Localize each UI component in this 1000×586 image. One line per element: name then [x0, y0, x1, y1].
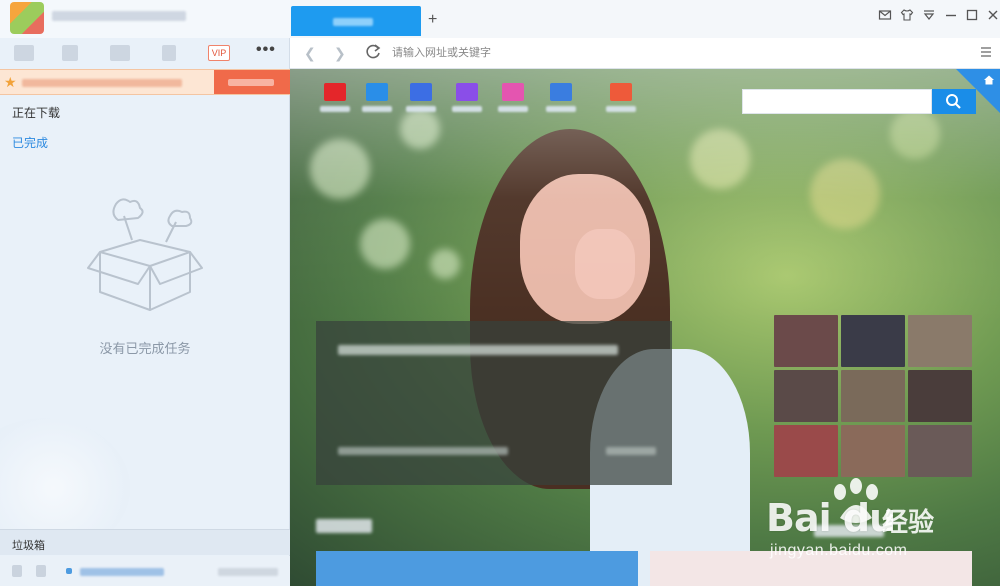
empty-box-icon: [87, 198, 203, 311]
minimize-icon[interactable]: [944, 8, 958, 22]
thumbnail[interactable]: [841, 315, 905, 367]
site-nav-item[interactable]: [452, 83, 482, 123]
left-toolbar: VIP •••: [0, 40, 290, 68]
tab-downloading[interactable]: 正在下载: [12, 104, 60, 121]
account-header: [0, 0, 290, 38]
upload-icon[interactable]: [62, 45, 78, 61]
featured-title-blurred: [338, 345, 618, 355]
promo-banner[interactable]: ★: [0, 69, 290, 95]
site-nav-item[interactable]: [406, 83, 436, 123]
promo-text-blurred: [22, 79, 182, 87]
watermark-brand: Bai du: [766, 496, 896, 540]
vip-badge[interactable]: VIP: [208, 45, 230, 61]
site-nav-item[interactable]: [498, 83, 528, 123]
active-tab[interactable]: [291, 6, 421, 36]
star-icon: ★: [4, 74, 17, 90]
reload-icon[interactable]: [364, 42, 382, 62]
link-icon: [66, 568, 72, 574]
thumbnail[interactable]: [841, 370, 905, 422]
thumbnail[interactable]: [774, 370, 838, 422]
back-icon[interactable]: ❮: [304, 44, 316, 62]
featured-source-blurred: [606, 447, 656, 455]
site-nav: [318, 83, 658, 123]
baidu-jingyan-watermark: Bai du 经验 jingyan.baidu.com: [766, 478, 996, 568]
new-tab-button[interactable]: +: [428, 12, 437, 28]
trash-bin[interactable]: 垃圾箱: [0, 529, 290, 555]
new-task-icon[interactable]: [14, 45, 34, 61]
thumbnail[interactable]: [908, 370, 972, 422]
user-avatar[interactable]: [10, 2, 44, 34]
thumbnail[interactable]: [774, 315, 838, 367]
site-nav-item[interactable]: [362, 83, 392, 123]
featured-card[interactable]: [316, 321, 672, 485]
close-icon[interactable]: [986, 8, 1000, 22]
skin-icon[interactable]: [900, 8, 914, 22]
phone-icon[interactable]: [12, 565, 22, 577]
browser-tab-bar: +: [290, 0, 1000, 38]
status-bar: [0, 556, 290, 586]
download-manager-panel: VIP ••• ★ 正在下载 已完成 没有已完成任务 垃圾箱: [0, 0, 290, 586]
thumbnail[interactable]: [908, 315, 972, 367]
maximize-icon[interactable]: [965, 8, 979, 22]
dropdown-menu-icon[interactable]: [922, 8, 936, 22]
site-nav-item[interactable]: [320, 83, 350, 123]
site-nav-item[interactable]: [606, 83, 636, 123]
message-icon[interactable]: [110, 45, 130, 61]
thumbnail-grid: [774, 315, 972, 483]
thumbnail[interactable]: [841, 425, 905, 477]
status-link-blurred[interactable]: [80, 568, 164, 576]
watermark-brand-cn: 经验: [882, 507, 935, 537]
address-bar: ❮ ❯ 请输入网址或关键字: [290, 38, 1000, 69]
mail-icon[interactable]: [878, 8, 892, 22]
page-search-input[interactable]: [742, 89, 932, 114]
status-info-blurred: [218, 568, 278, 576]
home-icon[interactable]: [983, 74, 995, 86]
more-options-button[interactable]: •••: [256, 42, 280, 61]
url-input[interactable]: 请输入网址或关键字: [392, 45, 952, 61]
watermark-url: jingyan.baidu.com: [770, 542, 908, 559]
account-name-blurred: [52, 11, 186, 21]
device-icon[interactable]: [36, 565, 46, 577]
featured-meta-blurred: [338, 447, 508, 455]
trash-label: 垃圾箱: [12, 540, 45, 552]
site-nav-item[interactable]: [546, 83, 576, 123]
tab-completed[interactable]: 已完成: [12, 134, 48, 151]
mobile-icon[interactable]: [162, 45, 176, 61]
thumbnail[interactable]: [908, 425, 972, 477]
thumbnail[interactable]: [774, 425, 838, 477]
forward-icon[interactable]: ❯: [334, 44, 346, 62]
promo-action-button[interactable]: [214, 70, 290, 94]
hamburger-menu-icon[interactable]: [980, 46, 992, 58]
content-card[interactable]: [316, 551, 638, 586]
section-heading-blurred: [316, 519, 372, 533]
empty-state-message: 没有已完成任务: [99, 341, 191, 356]
